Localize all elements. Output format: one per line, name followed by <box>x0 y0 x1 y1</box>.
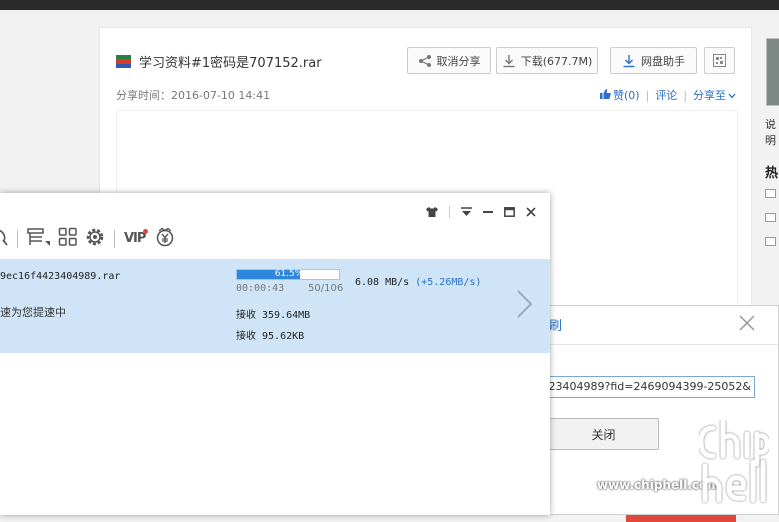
client-toolbar: VIP <box>0 226 175 252</box>
share-time: 分享时间：2016-07-10 14:41 <box>116 89 271 102</box>
share-to-label: 分享至 <box>693 89 727 102</box>
cancel-share-button[interactable]: 取消分享 <box>407 47 491 74</box>
file-title: 学习资料#1密码是707152.rar <box>116 52 322 71</box>
download-button[interactable]: 下载(677.7M) <box>496 47 598 74</box>
download-client-window: VIP 9ec16f4423404989.rar 速为您提速中 61.5% 00… <box>0 193 550 515</box>
grid-apps-icon[interactable] <box>58 227 78 251</box>
doc-icon <box>765 237 776 246</box>
cancel-share-label: 取消分享 <box>436 54 481 68</box>
piece-count: 50/106 <box>308 283 344 294</box>
yuan-coin-icon[interactable] <box>155 227 175 251</box>
chevron-right-icon[interactable] <box>515 289 533 323</box>
received-amount-1: 接收 359.64MB <box>236 310 311 321</box>
download-label: 下载(677.7M) <box>520 54 593 68</box>
task-status: 速为您提速中 <box>0 306 66 319</box>
download-url-value: c8bb4f57f0ec16f4423404989?fid=2469094399… <box>532 380 751 393</box>
toolbar-separator <box>114 230 115 248</box>
download-url-field[interactable]: c8bb4f57f0ec16f4423404989?fid=2469094399… <box>531 376 755 398</box>
window-controls <box>426 202 536 221</box>
assistant-download-icon <box>622 54 636 68</box>
progress-label: 61.5% <box>274 269 304 279</box>
assistant-label: 网盘助手 <box>641 54 685 68</box>
like-label: 赞(0) <box>613 89 640 102</box>
netdisk-assistant-button[interactable]: 网盘助手 <box>610 47 697 74</box>
menu-dropdown-icon[interactable] <box>461 202 472 221</box>
download-task-row[interactable]: 9ec16f4423404989.rar 速为您提速中 61.5% 00:00:… <box>0 259 550 353</box>
vip-notification-dot <box>143 229 148 234</box>
speed-value: 6.08 MB/s <box>355 277 410 288</box>
sidebar-thumbnail[interactable] <box>766 38 779 106</box>
dialog-close-button[interactable]: 关闭 <box>548 418 659 450</box>
actions-separator: | <box>683 88 688 102</box>
dialog-title: 刷 <box>549 319 563 334</box>
received-amount-2: 接收 95.62KB <box>236 331 305 342</box>
share-actions: 赞(0) | 评论 | 分享至 <box>600 87 736 103</box>
skin-icon[interactable] <box>426 202 438 221</box>
doc-icon <box>765 189 776 198</box>
rar-file-icon <box>116 55 131 68</box>
watermark-logo <box>698 419 770 509</box>
thumbs-up-icon <box>600 88 611 102</box>
download-speed: 6.08 MB/s (+5.26MB/s) <box>355 277 481 288</box>
speed-boost: (+5.26MB/s) <box>415 277 482 288</box>
titlebar-separator <box>449 205 450 218</box>
share-to-link[interactable]: 分享至 <box>693 87 736 103</box>
chevron-down-icon <box>728 89 736 102</box>
sidebar-text: 说明 <box>765 118 776 147</box>
progress-bar: 61.5% <box>236 269 340 280</box>
dialog-header: 刷 <box>531 306 778 345</box>
close-window-icon[interactable] <box>526 202 536 221</box>
qr-code-button[interactable] <box>704 47 735 74</box>
file-name: 学习资料#1密码是707152.rar <box>139 56 322 71</box>
qr-code-icon <box>713 54 726 67</box>
vip-button[interactable]: VIP <box>124 229 148 249</box>
top-bar <box>0 0 779 10</box>
maximize-icon[interactable] <box>504 202 515 221</box>
vip-label: VIP <box>124 231 146 246</box>
comment-link[interactable]: 评论 <box>655 87 677 103</box>
close-icon[interactable] <box>738 314 756 336</box>
minimize-icon[interactable] <box>483 202 493 221</box>
toolbar-separator <box>17 230 18 248</box>
sidebar-hot-title: 热 <box>765 166 779 181</box>
elapsed-time: 00:00:43 <box>236 283 285 294</box>
like-button[interactable]: 赞(0) <box>600 87 640 103</box>
actions-separator: | <box>645 88 650 102</box>
download-icon <box>502 54 516 68</box>
settings-gear-icon[interactable] <box>85 227 105 251</box>
task-file-name: 9ec16f4423404989.rar <box>0 271 121 282</box>
share-icon <box>418 54 432 68</box>
doc-icon <box>765 213 776 222</box>
new-task-icon[interactable] <box>27 227 51 251</box>
search-icon[interactable] <box>0 227 8 251</box>
